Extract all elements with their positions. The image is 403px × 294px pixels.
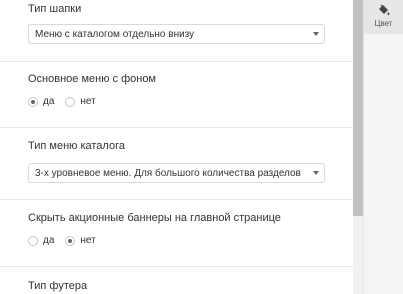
hide-promo-banners-option-no-label: нет	[80, 235, 96, 246]
catalog-menu-type-select[interactable]: 3-х уровневое меню. Для большого количес…	[28, 163, 325, 183]
hide-promo-banners-option-yes[interactable]: да	[28, 235, 54, 246]
divider	[0, 127, 353, 128]
radio-unchecked-icon[interactable]	[28, 235, 38, 246]
color-tab-label: Цвет	[374, 19, 393, 28]
color-tab[interactable]: Цвет	[364, 0, 403, 34]
main-menu-bg-option-yes[interactable]: да	[28, 96, 54, 107]
hide-promo-banners-option-no[interactable]: нет	[65, 235, 96, 246]
chevron-down-icon	[313, 171, 319, 175]
hide-promo-banners-radio-group: да нет	[28, 235, 107, 246]
radio-unchecked-icon[interactable]	[65, 96, 76, 107]
paint-bucket-icon	[377, 4, 391, 17]
divider	[0, 61, 353, 62]
main-menu-bg-option-no-label: нет	[80, 96, 96, 107]
main-menu-bg-option-yes-label: да	[43, 96, 55, 107]
main-menu-bg-option-no[interactable]: нет	[65, 96, 96, 107]
scrollbar-thumb[interactable]	[353, 0, 363, 216]
header-type-select[interactable]: Меню с каталогом отдельно внизу	[28, 24, 325, 44]
radio-checked-icon[interactable]	[65, 235, 76, 246]
radio-checked-icon[interactable]	[28, 96, 38, 107]
main-menu-bg-label: Основное меню с фоном	[28, 73, 156, 85]
divider	[0, 266, 353, 267]
right-rail: Цвет	[363, 0, 403, 294]
hide-promo-banners-option-yes-label: да	[43, 235, 55, 246]
chevron-down-icon	[313, 32, 319, 36]
catalog-menu-type-label: Тип меню каталога	[28, 140, 125, 152]
main-menu-bg-radio-group: да нет	[28, 96, 107, 107]
header-type-label: Тип шапки	[28, 3, 82, 15]
settings-panel: Тип шапки Меню с каталогом отдельно вниз…	[0, 0, 353, 294]
settings-screen: Тип шапки Меню с каталогом отдельно вниз…	[0, 0, 403, 294]
header-type-value: Меню с каталогом отдельно внизу	[35, 28, 195, 40]
catalog-menu-type-value: 3-х уровневое меню. Для большого количес…	[35, 167, 301, 179]
hide-promo-banners-label: Скрыть акционные баннеры на главной стра…	[28, 212, 281, 224]
divider	[0, 199, 353, 200]
footer-type-label: Тип футера	[28, 280, 88, 292]
